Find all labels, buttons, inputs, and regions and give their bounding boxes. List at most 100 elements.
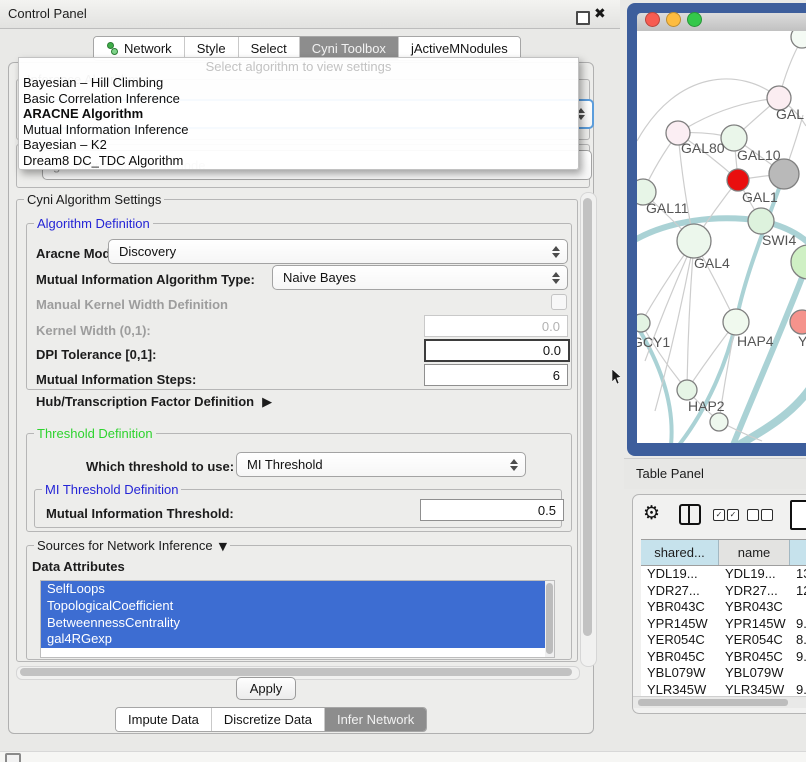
column-header-2[interactable]: A (790, 540, 806, 565)
table-horizontal-scrollbar[interactable] (633, 696, 806, 708)
algorithm-list-item[interactable]: Bayesian – K2 (19, 137, 578, 153)
table-row[interactable]: YBR043CYBR043C (641, 599, 806, 616)
list-scrollbar[interactable] (545, 581, 554, 657)
table-cell: YBR045C (641, 649, 719, 666)
table-row[interactable]: YPR145WYPR145W9. (641, 616, 806, 633)
mi-type-label: Mutual Information Algorithm Type: (36, 272, 255, 287)
combo-stepper-icon (552, 272, 560, 284)
hub-definition-expander[interactable]: Hub/Transcription Factor Definition▶ (36, 394, 272, 410)
table-row[interactable]: YDR27...YDR27...12 (641, 583, 806, 600)
attribute-list-item[interactable]: BetweennessCentrality (41, 615, 545, 632)
node-table[interactable]: shared...nameA YDL19...YDL19...13YDR27..… (641, 539, 806, 697)
algorithm-list-item[interactable]: Basic Correlation Inference (19, 91, 578, 107)
attribute-list-item[interactable]: TopologicalCoefficient (41, 598, 545, 615)
select-all-checkbox-icon[interactable]: ✓ (727, 509, 739, 521)
kernel-width-value: 0.0 (542, 319, 560, 334)
popup-placeholder: Select algorithm to view settings (19, 58, 578, 75)
select-all-checkbox-icon[interactable]: ✓ (713, 509, 725, 521)
float-window-icon[interactable] (576, 11, 590, 25)
which-threshold-combobox[interactable]: MI Threshold (236, 452, 526, 477)
table-cell: YPR145W (719, 616, 790, 633)
table-cell: YLR345W (719, 682, 790, 698)
cyni-settings-title: Cyni Algorithm Settings (24, 192, 164, 207)
close-traffic-light-icon[interactable] (645, 12, 660, 27)
kernel-width-label: Kernel Width (0,1): (36, 323, 151, 338)
tab-impute-data[interactable]: Impute Data (116, 708, 212, 731)
network-canvas[interactable]: GALGAL80GAL10GAL1GAL11SWI4GAL4GCY1HAP4YH… (637, 31, 806, 443)
manual-kernel-checkbox[interactable] (551, 294, 567, 310)
table-cell: YBL079W (641, 665, 719, 682)
mouse-cursor (612, 369, 624, 386)
table-cell: YDR27... (641, 583, 719, 600)
tab-infer-network[interactable]: Infer Network (325, 708, 426, 731)
table-row[interactable]: YBR045CYBR045C9. (641, 649, 806, 666)
network-node[interactable] (769, 159, 799, 189)
data-attributes-label: Data Attributes (32, 559, 125, 574)
aracne-mode-combobox[interactable]: Discovery (108, 239, 568, 264)
sources-title[interactable]: Sources for Network Inference▼ (34, 538, 230, 553)
tab-label: Select (251, 41, 287, 56)
network-node[interactable] (791, 31, 806, 48)
apply-button[interactable]: Apply (236, 677, 296, 700)
settings-horizontal-scrollbar[interactable] (16, 666, 580, 680)
table-row[interactable]: YER054CYER054C8. (641, 632, 806, 649)
algorithm-list-item[interactable]: Bayesian – Hill Climbing (19, 75, 578, 91)
mi-threshold-field[interactable]: 0.5 (420, 499, 564, 521)
table-cell: YER054C (719, 632, 790, 649)
bottom-strip (0, 751, 806, 762)
table-row[interactable]: YLR345WYLR345W9. (641, 682, 806, 698)
gear-icon[interactable]: ⚙ (643, 502, 660, 524)
network-node-gal4[interactable] (677, 224, 711, 258)
mi-threshold-value: 0.5 (538, 503, 556, 518)
deselect-all-checkbox-icon[interactable] (747, 509, 759, 521)
attribute-list-item[interactable]: SelfLoops (41, 581, 545, 598)
control-panel-header: Control Panel (0, 0, 620, 29)
table-row[interactable]: YDL19...YDL19...13 (641, 566, 806, 583)
zoom-traffic-light-icon[interactable] (687, 12, 702, 27)
mi-steps-value: 6 (553, 368, 560, 383)
network-node[interactable] (710, 413, 728, 431)
network-node-gcy1[interactable] (637, 314, 650, 332)
algorithm-list-item[interactable]: ARACNE Algorithm (19, 106, 578, 122)
network-node-gal1[interactable] (727, 169, 749, 191)
deselect-all-checkbox-icon[interactable] (761, 509, 773, 521)
kernel-width-field[interactable]: 0.0 (424, 315, 568, 337)
algorithm-list-item[interactable]: Mutual Information Inference (19, 122, 578, 138)
columns-icon[interactable] (679, 504, 701, 525)
table-cell: YLR345W (641, 682, 719, 698)
table-cell: 9. (790, 649, 806, 666)
network-node[interactable] (791, 245, 806, 279)
close-icon[interactable]: ✖ (594, 6, 606, 22)
settings-vertical-scrollbar[interactable] (580, 192, 597, 667)
column-header-1[interactable]: name (719, 540, 790, 565)
table-cell: YPR145W (641, 616, 719, 633)
tab-label: jActiveMNodules (411, 41, 508, 56)
table-cell: YBL079W (719, 665, 790, 682)
function-builder-icon[interactable] (790, 500, 806, 530)
mi-type-combobox[interactable]: Naive Bayes (272, 265, 568, 290)
data-attributes-list[interactable]: SelfLoopsTopologicalCoefficientBetweenne… (40, 580, 555, 658)
algorithm-list-item[interactable]: Dream8 DC_TDC Algorithm (19, 153, 578, 169)
hidden-panel-icon[interactable] (5, 753, 21, 762)
network-node-hap4[interactable] (723, 309, 749, 335)
algorithm-list: Bayesian – Hill ClimbingBasic Correlatio… (19, 75, 578, 169)
which-threshold-label: Which threshold to use: (86, 459, 234, 474)
network-node-hap2[interactable] (677, 380, 697, 400)
table-panel-body: ⚙ ✓ ✓ shared...nameA YDL19...YDL19...13Y… (632, 494, 806, 714)
tab-discretize-data[interactable]: Discretize Data (212, 708, 325, 731)
table-cell: YBR045C (719, 649, 790, 666)
network-node-y[interactable] (790, 310, 806, 334)
tab-label: Discretize Data (224, 712, 312, 727)
network-node-swi4[interactable] (748, 208, 774, 234)
network-window-titlebar[interactable] (637, 13, 806, 32)
table-cell: 12 (790, 583, 806, 600)
table-panel-title: Table Panel (636, 459, 704, 489)
hub-definition-label: Hub/Transcription Factor Definition (36, 394, 254, 409)
mi-steps-field[interactable]: 6 (424, 364, 568, 386)
table-row[interactable]: YBL079WYBL079W (641, 665, 806, 682)
minimize-traffic-light-icon[interactable] (666, 12, 681, 27)
dpi-tolerance-field[interactable]: 0.0 (424, 339, 570, 362)
node-label: GAL (776, 106, 804, 122)
attribute-list-item[interactable]: gal4RGexp (41, 631, 545, 648)
column-header-0[interactable]: shared... (641, 540, 719, 565)
